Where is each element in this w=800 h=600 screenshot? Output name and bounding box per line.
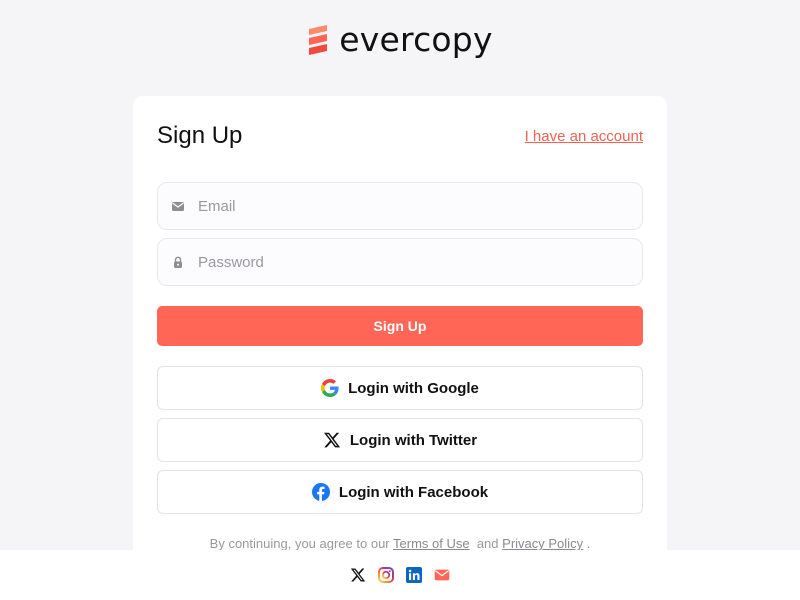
email-input[interactable] [198,197,618,215]
password-field[interactable] [157,238,643,286]
terms-prefix: By continuing, you agree to our [209,536,390,551]
instagram-icon [378,567,394,583]
brand-logo: evercopy [0,22,800,58]
page-title: Sign Up [157,122,243,149]
signup-card: Sign Up I have an account Sign Up Login … [133,96,667,566]
terms-notice: By continuing, you agree to our Terms of… [133,536,667,551]
login-twitter-button[interactable]: Login with Twitter [157,418,643,462]
sign-up-button[interactable]: Sign Up [157,306,643,346]
login-google-button[interactable]: Login with Google [157,366,643,410]
google-button-label: Login with Google [348,379,479,397]
footer-mail-link[interactable] [434,567,450,583]
x-twitter-icon [323,432,341,448]
footer-twitter-link[interactable] [350,567,366,583]
footer-instagram-link[interactable] [378,567,394,583]
twitter-button-label: Login with Twitter [349,431,478,449]
footer-social-bar [0,550,800,600]
mail-icon [434,569,450,581]
card-header: Sign Up I have an account [157,122,643,150]
email-field[interactable] [157,182,643,230]
google-icon [321,379,339,397]
x-twitter-icon [350,568,366,582]
password-input[interactable] [198,253,618,271]
mail-icon [172,202,184,211]
brand-name: evercopy [339,20,493,59]
evercopy-logo-icon [309,25,328,55]
have-account-link[interactable]: I have an account [525,128,643,145]
facebook-button-label: Login with Facebook [338,483,489,501]
footer-linkedin-link[interactable] [406,567,422,583]
terms-suffix: . [586,536,591,551]
privacy-policy-link[interactable]: Privacy Policy [502,536,583,551]
terms-of-use-link[interactable]: Terms of Use [393,536,470,551]
facebook-icon [311,483,330,501]
login-facebook-button[interactable]: Login with Facebook [157,470,643,514]
lock-icon [174,256,182,268]
linkedin-icon [406,567,422,583]
terms-and: and [476,536,499,551]
